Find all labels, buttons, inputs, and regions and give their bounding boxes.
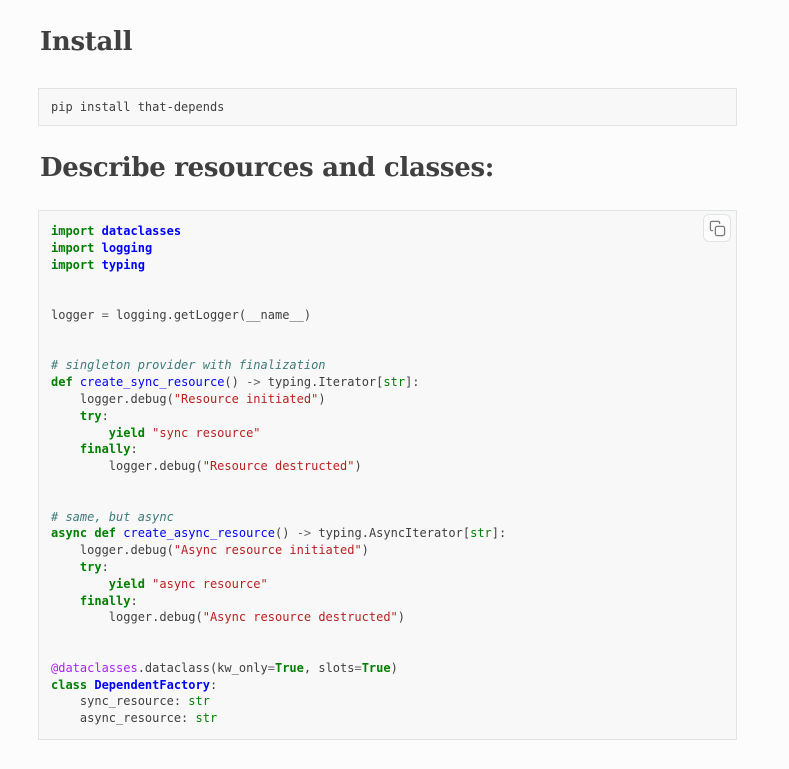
pip-install-command: pip install that-depends: [51, 100, 224, 114]
python-code[interactable]: import dataclasses import logging import…: [39, 211, 736, 739]
install-heading: Install: [40, 28, 737, 56]
python-code-block: import dataclasses import logging import…: [38, 210, 737, 740]
copy-icon: [709, 220, 726, 237]
main-content: Install pip install that-depends Describ…: [0, 0, 789, 740]
pip-install-code-block: pip install that-depends: [38, 88, 737, 126]
pip-install-code[interactable]: pip install that-depends: [39, 89, 736, 125]
copy-button[interactable]: [703, 214, 731, 242]
python-code-content: import dataclasses import logging import…: [51, 224, 506, 725]
describe-heading: Describe resources and classes:: [40, 154, 737, 182]
